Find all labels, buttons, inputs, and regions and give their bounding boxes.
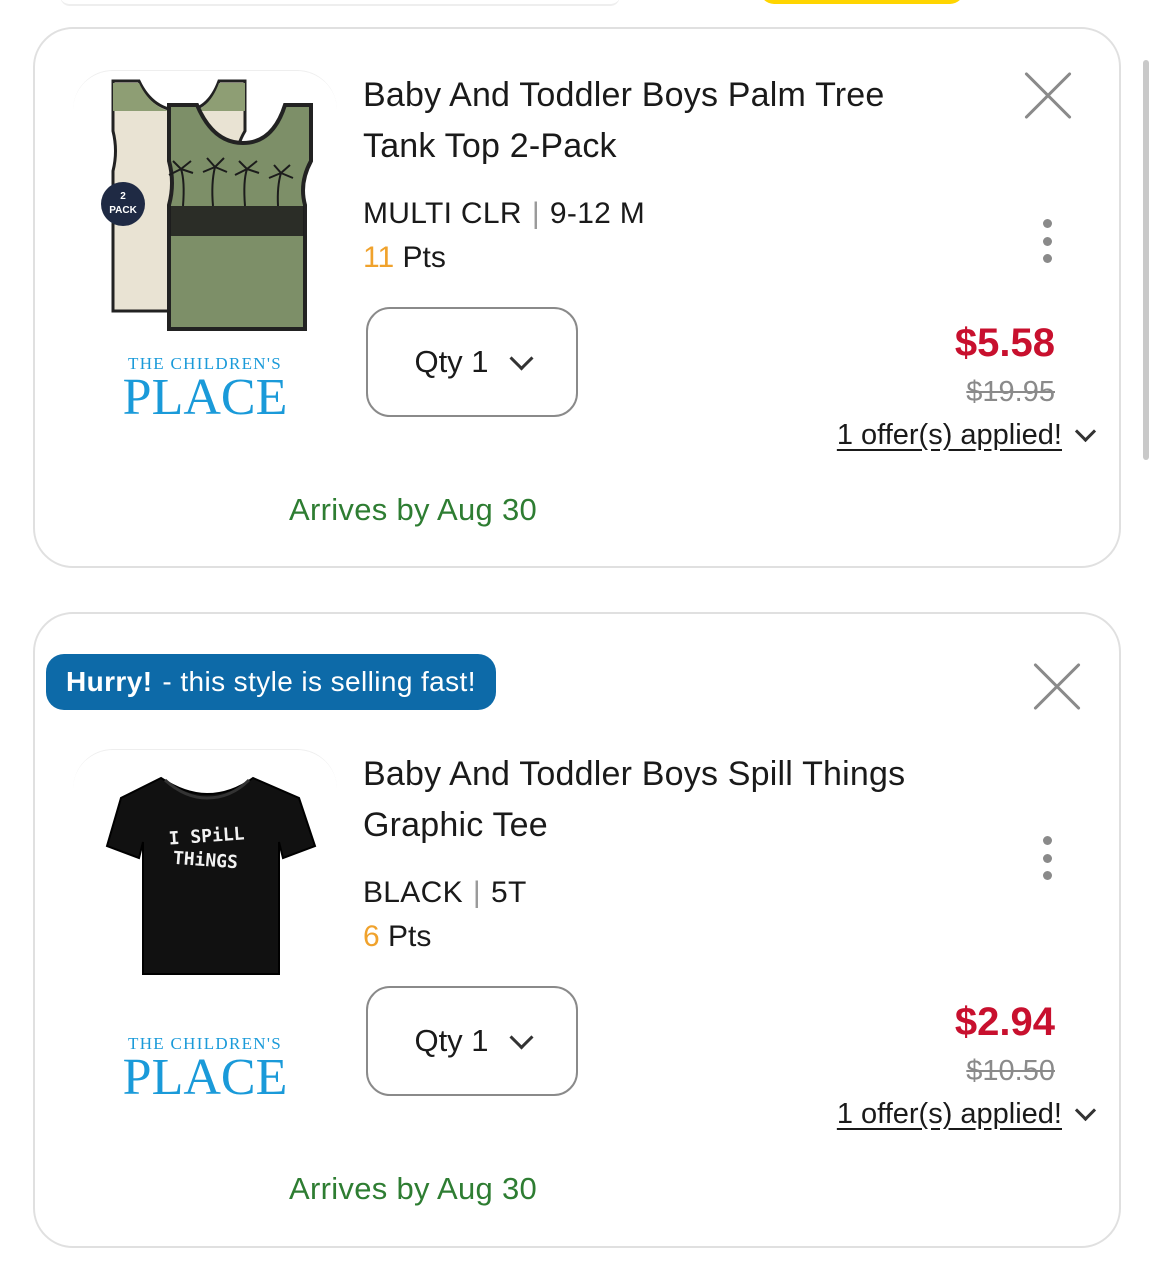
brand-logo: THE CHILDREN'S PLACE (105, 1034, 305, 1104)
brand-logo-big: PLACE (122, 1049, 288, 1106)
cart-item-card: 2 PACK THE CHILDREN'S PLACE Baby And Tod… (33, 27, 1121, 568)
product-attributes: MULTI CLR | 9-12 M (363, 197, 646, 230)
quantity-dropdown[interactable]: Qty 1 (366, 307, 578, 417)
chevron-down-icon (509, 345, 534, 371)
product-attributes: BLACK | 5T (363, 876, 527, 909)
product-image[interactable]: 2 PACK (73, 70, 337, 349)
hurry-badge: Hurry! - this style is selling fast! (46, 654, 496, 710)
svg-text:2: 2 (120, 191, 126, 202)
offers-applied-toggle[interactable]: 1 offer(s) applied! (837, 419, 1097, 452)
original-price: $10.50 (966, 1055, 1055, 1087)
product-title[interactable]: Baby And Toddler Boys Spill Things Graph… (363, 749, 923, 851)
points-label: Pts (388, 920, 432, 953)
quantity-label: Qty 1 (414, 1023, 489, 1058)
remove-item-button[interactable] (1022, 70, 1074, 122)
tank-top-2pack-image: 2 PACK (101, 79, 313, 331)
offers-applied-link[interactable]: 1 offer(s) applied! (837, 1098, 1062, 1131)
points-value: 6 (363, 920, 380, 953)
reward-points: 11 Pts (363, 241, 446, 275)
cart-item-card: Hurry! - this style is selling fast! I S… (33, 612, 1121, 1248)
chevron-down-icon (1074, 420, 1097, 443)
hurry-badge-text: - this style is selling fast! (162, 666, 476, 697)
svg-text:PACK: PACK (109, 205, 137, 216)
reward-points: 6 Pts (363, 920, 431, 954)
offers-applied-link[interactable]: 1 offer(s) applied! (837, 419, 1062, 452)
product-title[interactable]: Baby And Toddler Boys Palm Tree Tank Top… (363, 70, 923, 172)
top-yellow-tab[interactable] (760, 0, 964, 4)
product-color: MULTI CLR (363, 197, 522, 230)
quantity-dropdown[interactable]: Qty 1 (366, 986, 578, 1096)
points-value: 11 (363, 241, 395, 274)
product-color: BLACK (363, 876, 463, 909)
brand-logo: THE CHILDREN'S PLACE (105, 354, 305, 424)
points-label: Pts (402, 241, 446, 274)
hurry-badge-bold: Hurry! (66, 666, 153, 697)
product-size: 5T (490, 876, 527, 909)
quantity-label: Qty 1 (414, 344, 489, 379)
arrival-date: Arrives by Aug 30 (289, 492, 538, 527)
product-size: 9-12 M (549, 197, 646, 230)
sale-price: $2.94 (954, 1000, 1055, 1044)
offers-applied-toggle[interactable]: 1 offer(s) applied! (837, 1098, 1097, 1131)
sale-price: $5.58 (954, 321, 1055, 365)
arrival-date: Arrives by Aug 30 (289, 1171, 538, 1206)
brand-logo-big: PLACE (122, 369, 288, 426)
original-price: $19.95 (966, 376, 1055, 408)
product-image[interactable]: I SPiLL THiNGS (73, 749, 337, 1028)
remove-item-button[interactable] (1031, 661, 1083, 713)
more-options-icon[interactable] (1037, 836, 1057, 880)
more-options-icon[interactable] (1037, 219, 1057, 263)
chevron-down-icon (509, 1024, 534, 1050)
graphic-tee-image: I SPiLL THiNGS (105, 776, 317, 975)
chevron-down-icon (1074, 1099, 1097, 1122)
scrollbar[interactable] (1143, 60, 1149, 460)
top-tab-edge (60, 0, 620, 6)
